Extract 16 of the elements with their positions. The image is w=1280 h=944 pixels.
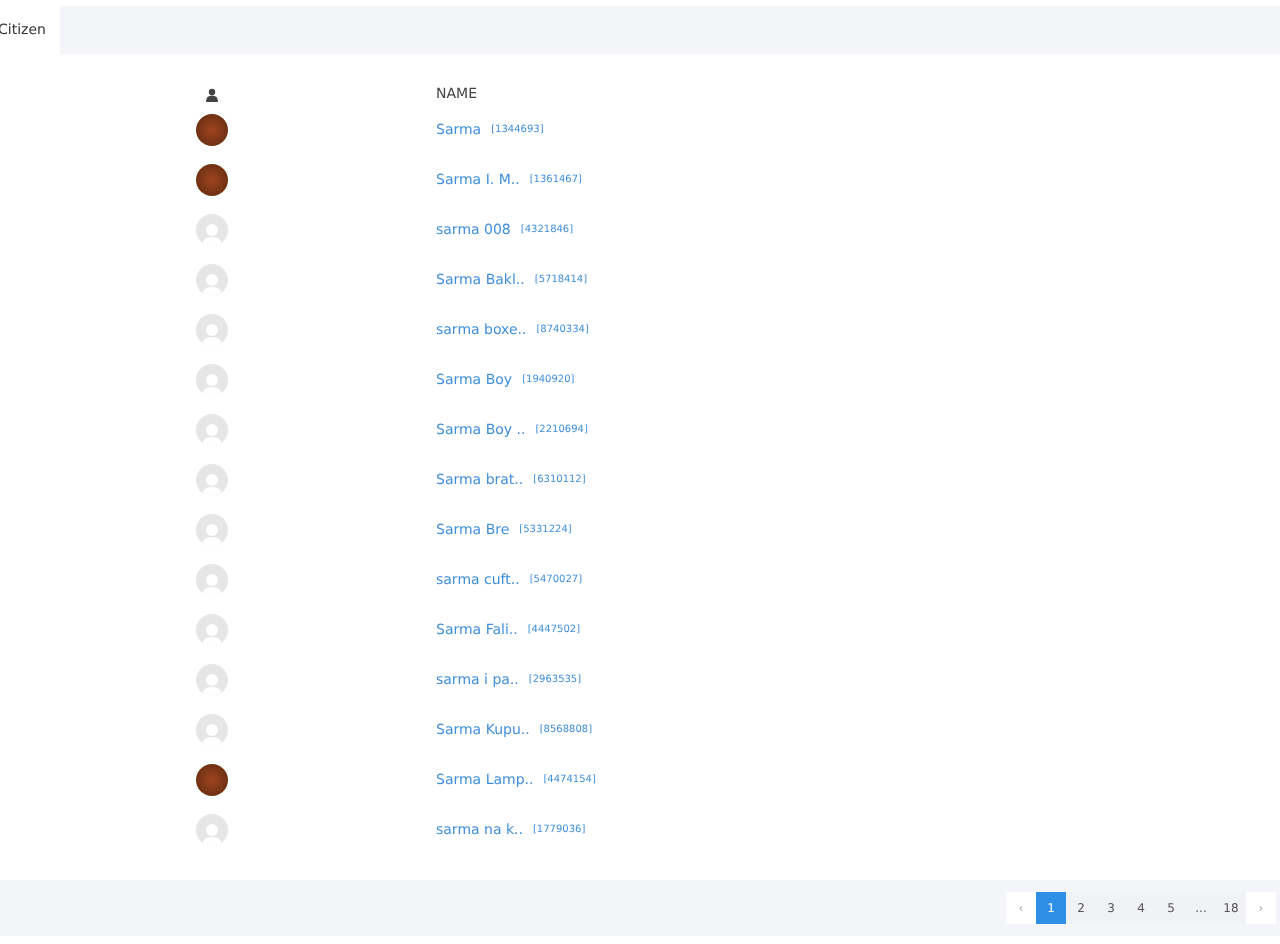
default-avatar	[196, 263, 228, 295]
default-avatar	[196, 663, 228, 695]
default-avatar	[196, 313, 228, 345]
user-icon	[206, 87, 218, 101]
avatar-photo	[196, 113, 228, 145]
default-avatar	[196, 813, 228, 845]
avatar-photo	[196, 163, 228, 195]
default-avatar	[196, 413, 228, 445]
default-avatar	[196, 713, 228, 745]
default-avatar	[196, 513, 228, 545]
default-avatar	[196, 563, 228, 595]
default-avatar	[196, 213, 228, 245]
avatar-photo	[196, 763, 228, 795]
default-avatar	[196, 463, 228, 495]
default-avatar	[196, 363, 228, 395]
default-avatar	[196, 613, 228, 645]
